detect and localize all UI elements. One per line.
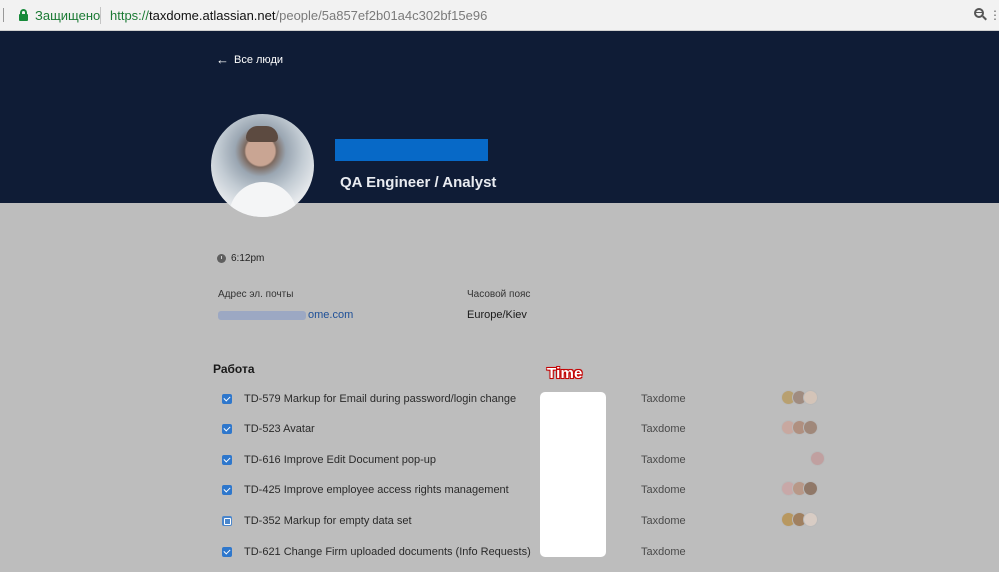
project-name[interactable]: Taxdome bbox=[641, 484, 686, 496]
avatar bbox=[803, 512, 818, 527]
assignee-avatars bbox=[810, 451, 825, 469]
arrow-left-icon: ← bbox=[216, 52, 229, 67]
avatar bbox=[810, 451, 825, 466]
assignee-avatars bbox=[781, 512, 818, 530]
job-title: QA Engineer / Analyst bbox=[340, 174, 497, 191]
profile-header: ← Все люди QA Engineer / Analyst bbox=[0, 31, 999, 217]
task-checkbox-icon bbox=[222, 455, 232, 465]
zoom-out-icon[interactable] bbox=[974, 8, 987, 21]
story-icon bbox=[222, 516, 232, 526]
work-section-title: Работа bbox=[213, 362, 255, 376]
email-suffix[interactable]: ome.com bbox=[308, 309, 353, 321]
issue-title[interactable]: TD-523 Avatar bbox=[244, 423, 315, 435]
avatar bbox=[803, 390, 818, 405]
project-name[interactable]: Taxdome bbox=[641, 423, 686, 435]
task-checkbox-icon bbox=[222, 485, 232, 495]
back-label: Все люди bbox=[234, 53, 284, 66]
assignee-avatars bbox=[781, 481, 818, 499]
lock-icon bbox=[19, 9, 28, 21]
assignee-avatars bbox=[781, 390, 818, 408]
issue-title[interactable]: TD-579 Markup for Email during password/… bbox=[244, 393, 516, 405]
task-checkbox-icon bbox=[222, 547, 232, 557]
back-to-people-link[interactable]: ← Все люди bbox=[216, 53, 283, 66]
issue-title[interactable]: TD-621 Change Firm uploaded documents (I… bbox=[244, 546, 531, 558]
clock-icon bbox=[217, 254, 226, 263]
redacted-time-column bbox=[540, 392, 606, 557]
work-item[interactable]: TD-621 Change Firm uploaded documents (I… bbox=[220, 537, 840, 567]
secure-label: Защищено bbox=[35, 8, 101, 23]
project-name[interactable]: Taxdome bbox=[641, 454, 686, 466]
work-item[interactable]: TD-579 Markup for Email during password/… bbox=[220, 384, 840, 414]
avatar bbox=[803, 420, 818, 435]
url-text[interactable]: https://taxdome.atlassian.net/people/5a8… bbox=[110, 8, 487, 23]
email-label: Адрес эл. почты bbox=[218, 289, 294, 300]
profile-avatar bbox=[211, 114, 314, 217]
issue-title[interactable]: TD-425 Improve employee access rights ma… bbox=[244, 484, 509, 496]
work-item[interactable]: TD-425 Improve employee access rights ma… bbox=[220, 475, 840, 505]
work-item[interactable]: TD-523 Avatar Taxdome bbox=[220, 414, 840, 444]
timezone-label: Часовой пояс bbox=[467, 289, 531, 300]
redacted-email bbox=[218, 310, 306, 320]
local-time-value: 6:12pm bbox=[231, 253, 265, 264]
project-name[interactable]: Taxdome bbox=[641, 393, 686, 405]
work-item[interactable]: TD-352 Markup for empty data set Taxdome bbox=[220, 506, 840, 536]
url-path: /people/5a857ef2b01a4c302bf15e96 bbox=[275, 8, 488, 23]
assignee-avatars bbox=[781, 420, 818, 438]
issue-title[interactable]: TD-616 Improve Edit Document pop-up bbox=[244, 454, 436, 466]
timezone-value: Europe/Kiev bbox=[467, 309, 527, 321]
browser-address-bar[interactable]: Защищено https://taxdome.atlassian.net/p… bbox=[0, 0, 999, 31]
issue-title[interactable]: TD-352 Markup for empty data set bbox=[244, 515, 412, 527]
task-checkbox-icon bbox=[222, 424, 232, 434]
task-checkbox-icon bbox=[222, 394, 232, 404]
avatar bbox=[803, 481, 818, 496]
project-name[interactable]: Taxdome bbox=[641, 546, 686, 558]
menu-icon[interactable]: ⋮ bbox=[989, 9, 999, 21]
email-value[interactable]: ome.com bbox=[218, 309, 353, 321]
url-scheme: https:// bbox=[110, 8, 150, 23]
address-divider bbox=[100, 7, 101, 24]
redacted-name bbox=[335, 139, 488, 161]
url-host: taxdome.atlassian.net bbox=[149, 8, 276, 23]
local-time: 6:12pm bbox=[217, 253, 264, 264]
time-annotation: Time bbox=[547, 365, 583, 382]
project-name[interactable]: Taxdome bbox=[641, 515, 686, 527]
work-item[interactable]: TD-616 Improve Edit Document pop-up Taxd… bbox=[220, 445, 840, 475]
tab-edge bbox=[0, 8, 4, 22]
